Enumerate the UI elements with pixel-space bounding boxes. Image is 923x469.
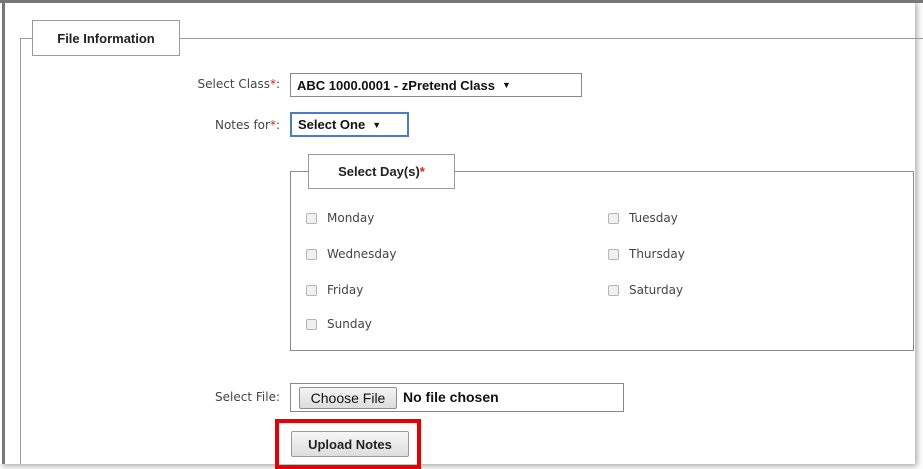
- fieldset-border-top-right: [180, 38, 923, 39]
- checkbox-label: Wednesday: [327, 247, 397, 261]
- upload-highlight-box: [275, 419, 421, 469]
- checkbox-monday[interactable]: Monday: [306, 211, 374, 225]
- checkbox-label: Sunday: [327, 317, 372, 331]
- checkbox-box[interactable]: [306, 284, 317, 296]
- checkbox-box[interactable]: [608, 248, 619, 260]
- fieldset-border-left: [20, 38, 21, 464]
- select-days-legend-text: Select Day(s): [338, 164, 420, 179]
- window-top-border: [0, 0, 923, 3]
- checkbox-sunday[interactable]: Sunday: [306, 317, 372, 331]
- checkbox-box[interactable]: [306, 248, 317, 260]
- chevron-down-icon: ▼: [501, 80, 511, 90]
- notes-for-dropdown[interactable]: Select One ▼: [290, 112, 409, 137]
- checkbox-label: Friday: [327, 283, 364, 297]
- window-left-border: [2, 0, 5, 464]
- required-mark: *: [419, 164, 425, 179]
- chevron-down-icon: ▼: [372, 119, 382, 130]
- fieldset-border-top-left: [20, 38, 32, 39]
- file-status-text: No file chosen: [403, 389, 499, 405]
- select-class-label: Select Class*:: [197, 77, 280, 91]
- notes-for-label: Notes for*:: [214, 118, 280, 132]
- checkbox-label: Tuesday: [629, 211, 678, 225]
- checkbox-label: Saturday: [629, 283, 684, 297]
- select-days-box: [290, 171, 914, 351]
- checkbox-thursday[interactable]: Thursday: [608, 247, 685, 261]
- checkbox-tuesday[interactable]: Tuesday: [608, 211, 678, 225]
- file-information-legend-text: File Information: [57, 30, 155, 46]
- select-days-legend: Select Day(s) *: [308, 154, 455, 189]
- checkbox-box[interactable]: [608, 212, 619, 224]
- select-class-value: ABC 1000.0001 - zPretend Class: [297, 77, 495, 93]
- checkbox-label: Monday: [327, 211, 375, 225]
- choose-file-button[interactable]: Choose File: [299, 387, 397, 409]
- checkbox-friday[interactable]: Friday: [306, 283, 363, 297]
- checkbox-box[interactable]: [608, 284, 619, 296]
- checkbox-label: Thursday: [629, 247, 685, 261]
- select-file-label: Select File:: [215, 390, 280, 404]
- select-class-dropdown[interactable]: ABC 1000.0001 - zPretend Class ▼: [290, 73, 582, 97]
- file-information-legend: File Information: [32, 20, 180, 56]
- checkbox-wednesday[interactable]: Wednesday: [306, 247, 396, 261]
- notes-for-value: Select One: [298, 117, 366, 132]
- checkbox-box[interactable]: [306, 212, 317, 224]
- checkbox-box[interactable]: [306, 318, 317, 330]
- checkbox-saturday[interactable]: Saturday: [608, 283, 683, 297]
